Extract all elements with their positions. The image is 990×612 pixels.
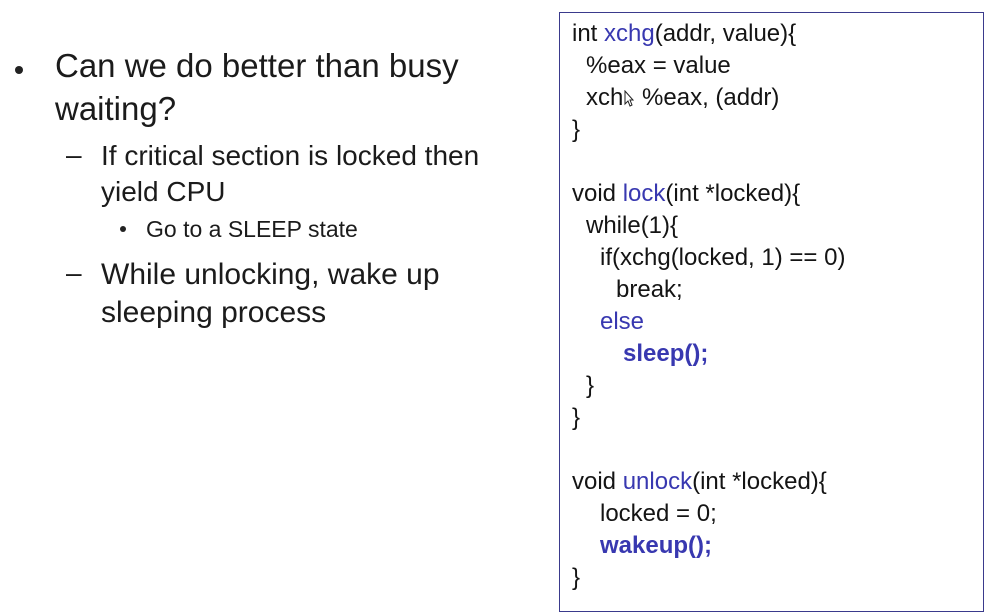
- code-block: int xchg(addr, value){ %eax = value xch …: [559, 12, 984, 612]
- sub-sub-bullet-dot: [120, 226, 126, 232]
- code-line: if(xchg(locked, 1) == 0): [600, 244, 846, 271]
- code-line: int xchg(addr, value){: [572, 19, 796, 49]
- sub-bullet-wakeup: While unlocking, wake up sleeping proces…: [101, 258, 440, 329]
- code-line: locked = 0;: [600, 500, 717, 527]
- function-name: xchg: [604, 20, 655, 47]
- function-name: lock: [622, 180, 666, 207]
- code-token: int: [572, 20, 605, 47]
- code-line-wakeup-call: wakeup();: [600, 532, 713, 559]
- code-line: }: [586, 372, 595, 399]
- code-line: while(1){: [586, 212, 679, 239]
- sub-bullet-dash: –: [66, 257, 82, 288]
- code-line: xch %eax, (addr): [586, 83, 779, 113]
- sub-sub-bullet-sleep: Go to a SLEEP state: [146, 216, 358, 242]
- code-line: }: [572, 404, 581, 431]
- code-line: void unlock(int *locked){: [572, 467, 827, 497]
- sub-bullet-dash: –: [66, 139, 82, 170]
- mouse-cursor-icon: [624, 86, 635, 107]
- code-line: %eax = value: [586, 52, 731, 79]
- slide: Can we do better than busy waiting? – If…: [0, 0, 990, 612]
- code-token: xch: [586, 84, 624, 111]
- code-line: }: [572, 116, 581, 143]
- code-token: void: [572, 468, 623, 495]
- bullet-main: Can we do better than busy waiting?: [55, 47, 459, 127]
- code-token: (int *locked){: [692, 468, 827, 495]
- code-line: void lock(int *locked){: [572, 179, 800, 209]
- code-token: (int *locked){: [665, 180, 801, 207]
- code-token: %eax, (addr): [635, 84, 780, 111]
- code-token: void: [572, 180, 623, 207]
- code-line: }: [572, 564, 581, 591]
- bullet-list: Can we do better than busy waiting? – If…: [0, 0, 540, 597]
- code-line-keyword: else: [600, 308, 645, 335]
- code-token: (addr, value){: [654, 20, 797, 47]
- code-line: break;: [616, 276, 683, 303]
- function-name: unlock: [622, 468, 693, 495]
- bullet-dot: [15, 66, 23, 74]
- sub-bullet-yield: If critical section is locked then yield…: [101, 140, 480, 207]
- code-line-sleep-call: sleep();: [623, 340, 709, 367]
